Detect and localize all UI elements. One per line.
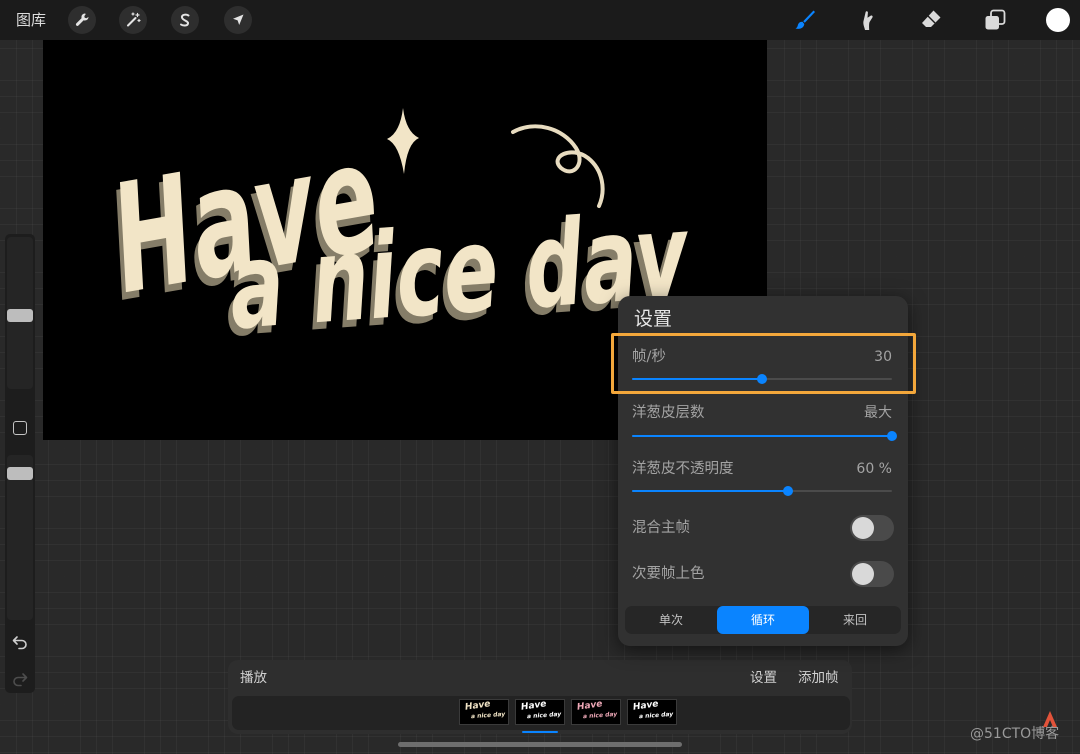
thumb-text-line2: a nice day (582, 710, 618, 721)
blend-primary-frame-toggle[interactable] (850, 515, 894, 541)
thumb-text-line2: a nice day (638, 710, 674, 721)
home-indicator[interactable] (398, 742, 682, 747)
add-frame-button[interactable]: 添加帧 (798, 669, 839, 687)
thumb-text-line1: Have (520, 699, 548, 713)
thumb-text-line2: a nice day (526, 710, 562, 721)
selection-icon (180, 13, 190, 27)
smudge-icon (863, 11, 873, 30)
color-circle-icon[interactable] (1046, 8, 1070, 32)
frame-thumbnail[interactable]: Have a nice day (459, 699, 509, 725)
playback-mode-control: 单次 循环 来回 (625, 606, 901, 634)
animation-timeline: 播放 设置 添加帧 Have a nice day Have a nice da… (228, 660, 852, 734)
top-toolbar: 图库 (0, 0, 1080, 40)
layers-button[interactable] (979, 4, 1011, 36)
timeline-settings-button[interactable]: 设置 (750, 669, 777, 687)
slider-knob[interactable] (887, 431, 897, 441)
slider-fill (632, 490, 788, 492)
color-secondary-frames-label: 次要帧上色 (632, 566, 705, 582)
slider-fill (632, 435, 892, 437)
highlight-box (611, 333, 916, 394)
left-sidebar (5, 234, 35, 693)
redo-icon[interactable] (12, 671, 28, 687)
selection-button[interactable] (171, 6, 199, 34)
playback-mode-loop[interactable]: 循环 (717, 606, 809, 634)
play-button[interactable]: 播放 (240, 669, 267, 687)
actions-button[interactable] (68, 6, 96, 34)
transform-button[interactable] (224, 6, 252, 34)
onion-skin-opacity-slider[interactable] (632, 486, 892, 496)
panel-title: 设置 (634, 308, 673, 330)
blend-primary-frame-label: 混合主帧 (632, 520, 690, 536)
brush-icon (795, 10, 815, 29)
eraser-tool-button[interactable] (915, 4, 947, 36)
eraser-icon (922, 10, 941, 27)
square-icon[interactable] (13, 421, 27, 435)
onion-skin-frames-value: 最大 (864, 405, 892, 421)
onion-skin-frames-label: 洋葱皮层数 (632, 405, 705, 421)
undo-icon[interactable] (12, 634, 28, 650)
thumb-text-line1: Have (576, 699, 604, 713)
playback-mode-once[interactable]: 单次 (625, 606, 717, 634)
opacity-handle[interactable] (7, 467, 33, 481)
selected-frame-indicator (522, 731, 558, 733)
brush-size-slider[interactable] (7, 237, 33, 389)
frame-thumbnail[interactable]: Have a nice day (515, 699, 565, 725)
slider-knob[interactable] (783, 486, 793, 496)
transform-icon (233, 14, 244, 25)
color-secondary-frames-toggle[interactable] (850, 561, 894, 587)
frame-thumbnail[interactable]: Have a nice day (627, 699, 677, 725)
toggle-knob (852, 517, 874, 539)
adjustments-button[interactable] (119, 6, 147, 34)
magic-wand-icon (127, 12, 141, 27)
thumb-text-line1: Have (464, 699, 492, 713)
sparkle-stroke (387, 108, 419, 174)
thumb-text-line1: Have (632, 699, 660, 713)
watermark: @51CTO博客 (970, 726, 1060, 742)
playback-mode-ping-pong[interactable]: 来回 (809, 606, 901, 634)
gallery-button[interactable]: 图库 (16, 10, 46, 30)
opacity-slider[interactable] (7, 455, 33, 620)
wrench-icon (75, 13, 89, 26)
frame-strip: Have a nice day Have a nice day Have a n… (232, 696, 850, 730)
brush-tool-button[interactable] (789, 4, 821, 36)
onion-skin-opacity-label: 洋葱皮不透明度 (632, 461, 734, 477)
onion-skin-frames-slider[interactable] (632, 431, 897, 441)
smudge-tool-button[interactable] (852, 4, 884, 36)
toggle-knob (852, 563, 874, 585)
frame-thumbnail[interactable]: Have a nice day (571, 699, 621, 725)
layers-icon (985, 9, 1006, 30)
brush-size-handle[interactable] (7, 309, 33, 323)
thumb-text-line2: a nice day (470, 710, 506, 721)
onion-skin-opacity-value: 60 % (856, 461, 892, 477)
